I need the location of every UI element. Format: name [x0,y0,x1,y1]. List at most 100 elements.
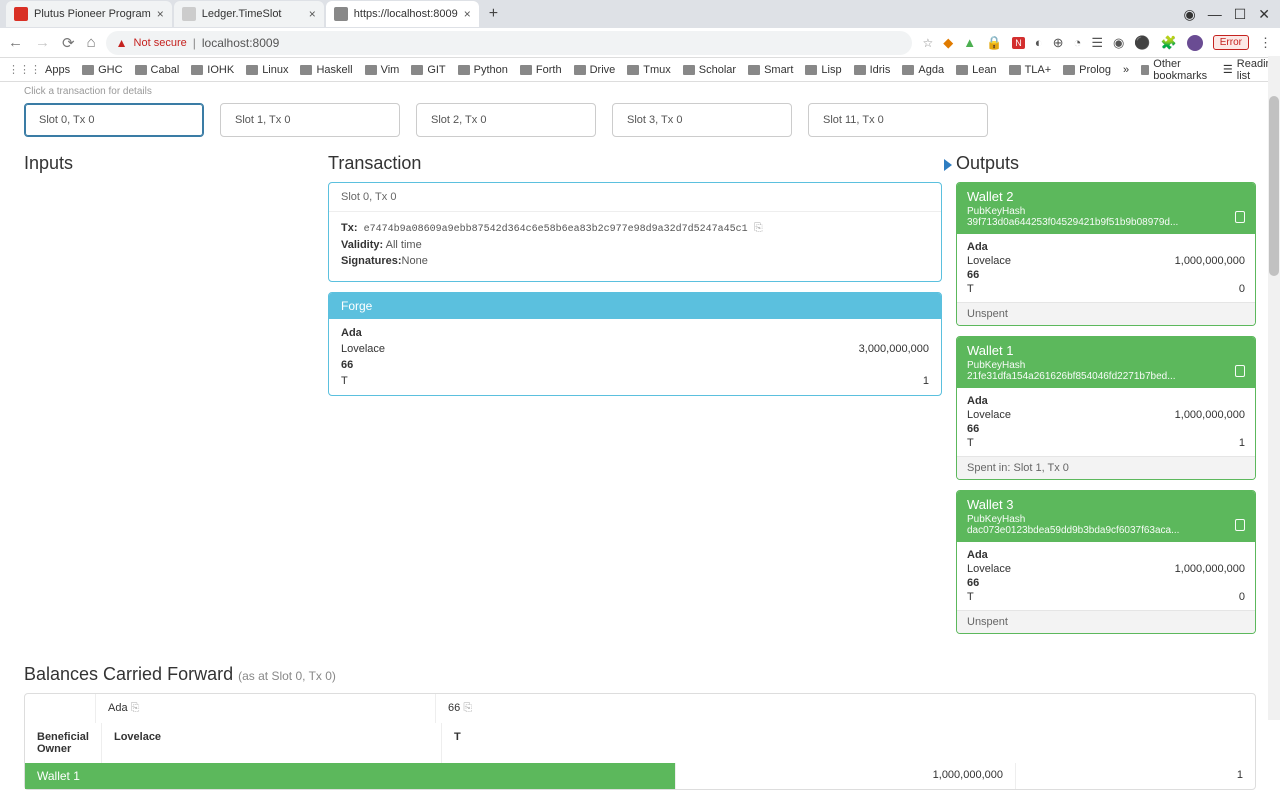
browser-tab[interactable]: Plutus Pioneer Program × [6,1,172,27]
bookmark-item[interactable]: GHC [82,64,122,76]
extension-icon[interactable]: ◉ [1113,35,1124,51]
validity-label: Validity: [341,239,383,251]
bookmark-item[interactable]: Lean [956,64,996,76]
clipboard-icon[interactable] [1235,211,1245,223]
folder-icon [902,65,914,75]
clipboard-icon[interactable]: ⎘ [754,222,763,234]
balances-section: Balances Carried Forward (as at Slot 0, … [24,664,1256,790]
extension-icon[interactable]: ⚫ [1134,35,1150,51]
lovelace-cell: 1,000,000,000 [675,763,1015,789]
other-bookmarks[interactable]: Other bookmarks [1141,58,1211,82]
browser-chrome: Plutus Pioneer Program × Ledger.TimeSlot… [0,0,1280,82]
slot-card[interactable]: Slot 3, Tx 0 [612,103,792,137]
tab-close-icon[interactable]: × [464,7,471,21]
slot-label: Slot 1, Tx 0 [235,114,290,126]
vertical-scrollbar[interactable] [1268,56,1280,720]
token-value: 1,000,000,000 [1175,409,1245,421]
bookmark-item[interactable]: GIT [411,64,445,76]
scroll-thumb[interactable] [1269,96,1279,276]
extension-icon[interactable]: N [1012,37,1025,49]
t-cell: 1 [1015,763,1255,789]
minimize-icon[interactable]: — [1208,6,1222,23]
window-controls: ◉ — ☐ ✕ [1183,6,1280,23]
slot-label: Slot 0, Tx 0 [39,114,94,126]
bookmark-item[interactable]: Tmux [627,64,671,76]
forge-heading: Forge [329,293,941,319]
bookmark-item[interactable]: IOHK [191,64,234,76]
browser-tab[interactable]: Ledger.TimeSlot × [174,1,324,27]
extension-icon[interactable]: ◔ [1074,35,1082,50]
clipboard-icon[interactable] [1235,365,1245,377]
forward-icon[interactable]: → [35,34,50,52]
back-icon[interactable]: ← [8,34,23,52]
bookmark-item[interactable]: Haskell [300,64,352,76]
tab-close-icon[interactable]: × [309,7,316,21]
transaction-section: Transaction Slot 0, Tx 0 Tx: e7474b9a086… [328,153,942,644]
owner-cell: Wallet 1 [25,763,675,789]
folder-icon [191,65,203,75]
tx-label: Tx: [341,222,358,234]
folder-icon [82,65,94,75]
star-icon[interactable]: ☆ [922,36,933,50]
folder-icon [1141,65,1149,75]
col-ada: Ada [108,702,128,714]
tx-hash-row: Tx: e7474b9a08609a9ebb87542d364c6e58b6ea… [341,222,929,235]
col-t: T [454,731,461,743]
bookmark-item[interactable]: Scholar [683,64,736,76]
slot-card[interactable]: Slot 11, Tx 0 [808,103,988,137]
bookmark-item[interactable]: Cabal [135,64,180,76]
slot-card[interactable]: Slot 1, Tx 0 [220,103,400,137]
token-value: 0 [1239,283,1245,295]
bookmark-item[interactable]: Lisp [805,64,841,76]
maximize-icon[interactable]: ☐ [1234,6,1247,23]
forge-key: T [341,375,348,387]
bookmark-item[interactable]: Agda [902,64,944,76]
clipboard-icon[interactable] [1235,519,1245,531]
wallet-output-card: Wallet 1 PubKeyHash 21fe31dfa154a261626b… [956,336,1256,480]
token-value: 1 [1239,437,1245,449]
bookmark-item[interactable]: Linux [246,64,288,76]
apps-button[interactable]: ⋮⋮⋮Apps [8,63,70,76]
avatar-icon[interactable] [1187,35,1203,51]
clipboard-icon[interactable]: ⎘ [131,702,140,714]
extension-icon[interactable]: 🔒 [986,35,1002,51]
reload-icon[interactable]: ⟳ [62,34,75,52]
wallet-status: Unspent [957,302,1255,325]
extension-icon[interactable]: ◐ [1035,35,1043,50]
forge-key: 66 [341,359,353,371]
token-unit: Lovelace [967,563,1011,575]
bookmark-item[interactable]: Forth [520,64,562,76]
bookmark-item[interactable]: Prolog [1063,64,1111,76]
home-icon[interactable]: ⌂ [87,34,96,52]
close-icon[interactable]: ✕ [1258,6,1270,23]
bookmark-item[interactable]: TLA+ [1009,64,1052,76]
new-tab-button[interactable]: + [481,3,506,25]
extension-icon[interactable]: ⊕ [1053,35,1064,51]
clipboard-icon[interactable]: ⎘ [463,702,472,714]
slot-card[interactable]: Slot 2, Tx 0 [416,103,596,137]
browser-tab-active[interactable]: https://localhost:8009 × [326,1,479,27]
bookmark-item[interactable]: Vim [365,64,400,76]
extension-icon[interactable]: ▲ [963,35,976,50]
bookmark-overflow-icon[interactable]: » [1123,64,1129,76]
bookmark-item[interactable]: Smart [748,64,793,76]
slot-card[interactable]: Slot 0, Tx 0 [24,103,204,137]
bookmark-item[interactable]: Idris [854,64,891,76]
bookmark-item[interactable]: Drive [574,64,616,76]
extension-icon[interactable]: ☰ [1091,35,1103,51]
extension-icon[interactable]: ◆ [943,35,953,51]
outputs-heading: Outputs [956,153,1256,174]
account-icon[interactable]: ◉ [1183,6,1195,23]
url-input[interactable]: ▲ Not secure | localhost:8009 [106,31,913,55]
folder-icon [520,65,532,75]
bookmark-item[interactable]: Python [458,64,508,76]
menu-icon[interactable]: ⋮ [1259,35,1272,51]
error-badge[interactable]: Error [1213,35,1249,50]
folder-icon [956,65,968,75]
extensions-menu-icon[interactable]: 🧩 [1161,35,1177,51]
folder-icon [300,65,312,75]
token-name: 66 [967,577,979,589]
wallet-name: Wallet 2 [967,189,1245,204]
tab-close-icon[interactable]: × [157,7,164,21]
address-bar: ← → ⟳ ⌂ ▲ Not secure | localhost:8009 ☆ … [0,28,1280,58]
